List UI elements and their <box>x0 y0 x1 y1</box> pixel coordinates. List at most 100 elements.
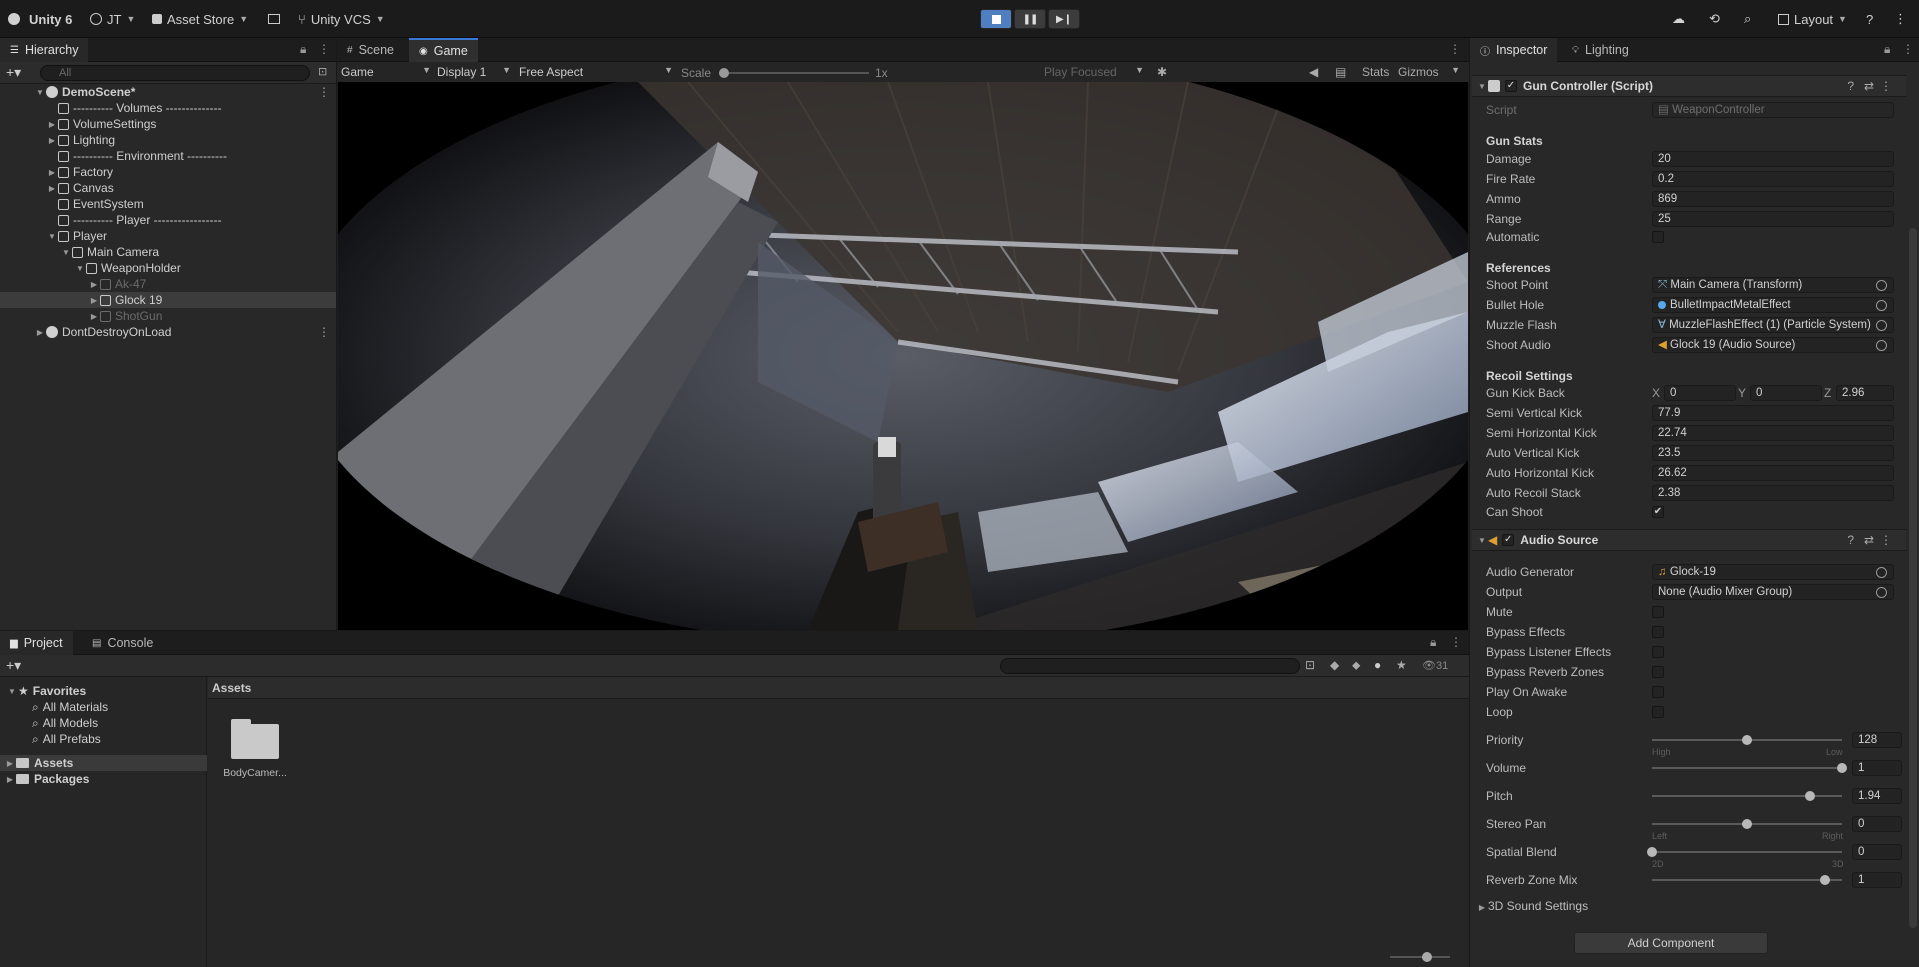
expand-arrow-icon[interactable]: ▶ <box>4 775 16 784</box>
damage-input[interactable]: 20 <box>1652 151 1894 167</box>
hierarchy-item-volumes-separator[interactable]: ---------- Volumes -------------- <box>0 100 336 116</box>
expand-arrow-icon[interactable]: ▶ <box>88 312 100 321</box>
loop-checkbox[interactable] <box>1652 706 1664 718</box>
bug-icon[interactable]: ✱ <box>1157 65 1167 79</box>
play-stop-button[interactable] <box>980 9 1012 29</box>
hierarchy-item-main-camera[interactable]: ▼ Main Camera <box>0 244 336 260</box>
fav-all-prefabs[interactable]: ⌕ All Prefabs <box>32 731 101 747</box>
step-button[interactable]: ▶❙ <box>1048 9 1080 29</box>
add-icon[interactable]: +▾ <box>6 657 21 674</box>
keyboard-icon[interactable]: ▤ <box>1335 65 1346 79</box>
shoot-audio-field[interactable]: ◀ Glock 19 (Audio Source) <box>1652 337 1894 353</box>
kebab-icon[interactable]: ⋮ <box>318 42 330 56</box>
project-search-input[interactable] <box>1000 658 1300 674</box>
spatial-blend-input[interactable]: 0 <box>1852 844 1902 860</box>
tab-scene[interactable]: # Scene <box>337 38 404 62</box>
object-picker-icon[interactable] <box>1876 567 1887 578</box>
expand-arrow-icon[interactable]: ▼ <box>46 232 58 241</box>
semi-horizontal-kick-input[interactable]: 22.74 <box>1652 425 1894 441</box>
account-dropdown[interactable]: JT ▼ <box>90 10 135 28</box>
star-icon[interactable]: ★ <box>1396 658 1407 672</box>
game-viewport[interactable] <box>338 82 1468 630</box>
reverb-zone-mix-slider-thumb[interactable] <box>1819 875 1830 885</box>
preset-icon[interactable]: ⇄ <box>1864 79 1874 93</box>
pitch-slider-thumb[interactable] <box>1804 791 1815 801</box>
lock-icon[interactable]: 🔒︎ <box>300 42 306 57</box>
tab-lighting[interactable]: 💡︎ Lighting <box>1562 38 1639 62</box>
expand-arrow-icon[interactable]: ▼ <box>60 248 72 257</box>
gizmos-dropdown[interactable]: Gizmos ▼ <box>1398 65 1460 79</box>
favorites-row[interactable]: ▼ ★ Favorites <box>6 683 86 699</box>
sound-3d-settings-row[interactable]: ▶ 3D Sound Settings <box>1476 897 1896 915</box>
add-component-button[interactable]: Add Component <box>1574 932 1768 954</box>
expand-arrow-icon[interactable]: ▶ <box>88 296 100 305</box>
object-picker-icon[interactable] <box>1876 320 1887 331</box>
help-button[interactable]: ? <box>1866 10 1873 28</box>
preset-icon[interactable]: ⇄ <box>1864 533 1874 547</box>
expand-arrow-icon[interactable]: ▶ <box>46 184 58 193</box>
bypass-reverb-checkbox[interactable] <box>1652 666 1664 678</box>
expand-arrow-icon[interactable]: ▶ <box>46 168 58 177</box>
muzzle-flash-field[interactable]: ∀ MuzzleFlashEffect (1) (Particle System… <box>1652 317 1894 333</box>
scale-slider-thumb[interactable] <box>719 68 729 78</box>
stats-button[interactable]: Stats <box>1362 65 1389 79</box>
semi-vertical-kick-input[interactable]: 77.9 <box>1652 405 1894 421</box>
kebab-icon[interactable]: ⋮ <box>1902 42 1914 56</box>
kick-y-input[interactable]: 0 <box>1750 385 1822 401</box>
label-icon[interactable]: ⬥ <box>1352 658 1360 673</box>
hierarchy-item-weaponholder[interactable]: ▼ WeaponHolder <box>0 260 336 276</box>
search-type-icon[interactable]: ⊡ <box>1305 658 1315 672</box>
breadcrumb-assets[interactable]: Assets <box>212 681 251 695</box>
scale-slider[interactable] <box>719 68 869 78</box>
expand-arrow-icon[interactable]: ▶ <box>34 328 46 337</box>
asset-folder-bodycamera[interactable]: BodyCamer... <box>222 719 288 779</box>
hierarchy-item-volumesettings[interactable]: ▶ VolumeSettings <box>0 116 336 132</box>
component-enabled-checkbox[interactable]: ✓ <box>1505 80 1517 92</box>
shoot-point-field[interactable]: ⤧ Main Camera (Transform) <box>1652 277 1894 293</box>
stereo-pan-slider[interactable] <box>1652 819 1842 829</box>
bypass-listener-checkbox[interactable] <box>1652 646 1664 658</box>
component-enabled-checkbox[interactable]: ✓ <box>1502 534 1515 546</box>
info-icon[interactable]: ● <box>1374 658 1381 672</box>
hierarchy-item-environment-separator[interactable]: ---------- Environment ---------- <box>0 148 336 164</box>
cloud-button[interactable]: ☁ <box>1672 10 1685 28</box>
asset-store-dropdown[interactable]: Asset Store ▼ <box>152 10 248 28</box>
expand-arrow-icon[interactable]: ▶ <box>4 759 16 768</box>
mute-checkbox[interactable] <box>1652 606 1664 618</box>
object-picker-icon[interactable] <box>1876 300 1887 311</box>
search-button[interactable]: ⌕ <box>1744 10 1751 28</box>
hierarchy-item-player[interactable]: ▼ Player <box>0 228 336 244</box>
more-button[interactable]: ⋮ <box>1894 10 1907 28</box>
can-shoot-checkbox[interactable]: ✔ <box>1652 506 1664 518</box>
audio-source-header[interactable]: ▼ ◀ ✓ Audio Source ? ⇄ ⋮ <box>1472 529 1906 551</box>
object-picker-icon[interactable] <box>1876 587 1887 598</box>
lock-icon[interactable]: 🔒︎ <box>1430 635 1436 650</box>
play-on-awake-checkbox[interactable] <box>1652 686 1664 698</box>
bypass-effects-checkbox[interactable] <box>1652 626 1664 638</box>
ammo-input[interactable]: 869 <box>1652 191 1894 207</box>
auto-recoil-stack-input[interactable]: 2.38 <box>1652 485 1894 501</box>
help-icon[interactable]: ? <box>1847 533 1854 547</box>
add-icon[interactable]: +▾ <box>6 64 21 81</box>
pitch-slider[interactable] <box>1652 791 1842 801</box>
inspector-scrollbar[interactable] <box>1909 228 1917 928</box>
reverb-zone-mix-slider[interactable] <box>1652 875 1842 885</box>
kebab-icon[interactable]: ⋮ <box>1880 533 1892 547</box>
expand-arrow-icon[interactable]: ▶ <box>1476 903 1488 912</box>
volume-slider[interactable] <box>1652 763 1847 773</box>
history-button[interactable]: ⟲ <box>1709 10 1720 28</box>
expand-arrow-icon[interactable]: ▶ <box>46 136 58 145</box>
play-focused-dropdown[interactable]: Play Focused ▼ <box>1044 65 1144 79</box>
audio-mute-icon[interactable]: ◀︎ <box>1309 65 1318 79</box>
volume-input[interactable]: 1 <box>1852 760 1902 776</box>
icon-size-slider-thumb[interactable] <box>1422 952 1432 962</box>
gun-controller-header[interactable]: ▼ ✓ Gun Controller (Script) ? ⇄ ⋮ <box>1472 75 1906 97</box>
hierarchy-item-lighting[interactable]: ▶ Lighting <box>0 132 336 148</box>
firerate-input[interactable]: 0.2 <box>1652 171 1894 187</box>
aspect-dropdown[interactable]: Free Aspect ▼ <box>519 65 673 79</box>
pause-button[interactable]: ❚❚ <box>1014 9 1046 29</box>
volume-slider-thumb[interactable] <box>1837 763 1847 773</box>
package-icon-button[interactable] <box>268 10 280 28</box>
object-picker-icon[interactable] <box>1876 280 1887 291</box>
expand-arrow-icon[interactable]: ▶ <box>88 280 100 289</box>
